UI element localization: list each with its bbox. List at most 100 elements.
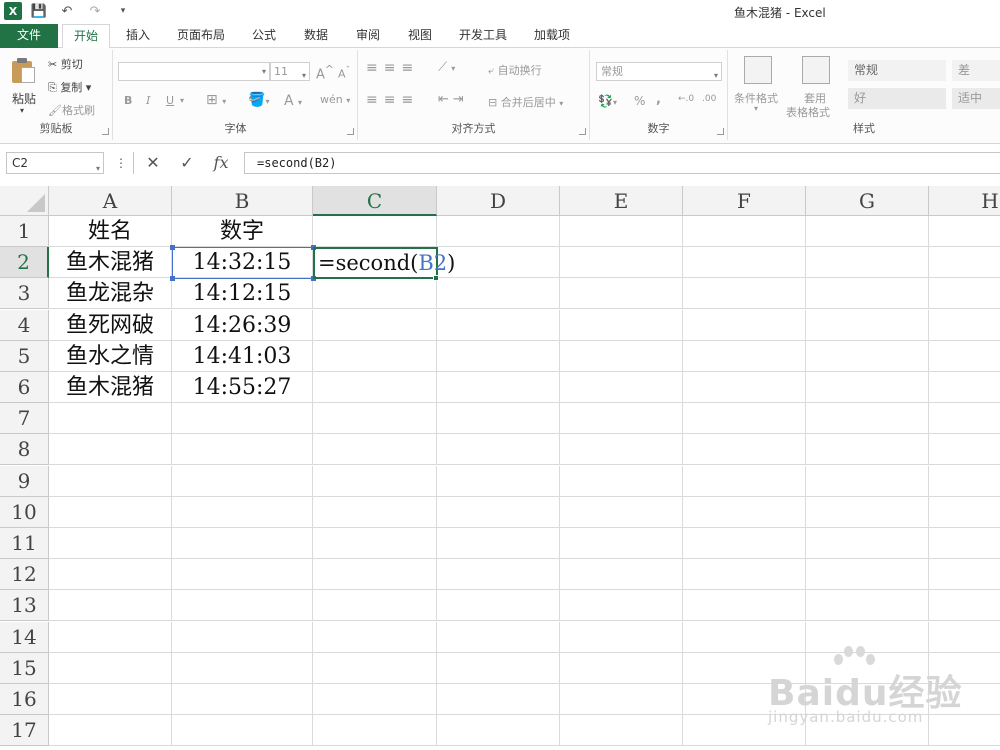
row-header-8[interactable]: 8: [0, 434, 49, 466]
cell-f1[interactable]: [683, 216, 806, 247]
cell-a4[interactable]: 鱼死网破: [49, 309, 172, 341]
underline-dropdown-icon[interactable]: ▾: [180, 96, 184, 105]
conditional-formatting-icon[interactable]: [744, 56, 772, 84]
font-color-icon[interactable]: A ▾: [284, 93, 302, 109]
cell-d15[interactable]: [437, 652, 560, 684]
cell-d16[interactable]: [437, 684, 560, 715]
undo-icon[interactable]: ↶: [56, 4, 78, 19]
cell-b17[interactable]: [172, 715, 313, 747]
row-header-10[interactable]: 10: [0, 496, 49, 528]
row-header-13[interactable]: 13: [0, 590, 49, 622]
format-painter-button[interactable]: 🖌格式刷: [48, 102, 95, 118]
cell-b11[interactable]: [172, 528, 313, 559]
cell-g13[interactable]: [806, 590, 929, 622]
column-header-g[interactable]: G: [806, 186, 929, 216]
cell-g8[interactable]: [806, 434, 929, 466]
tab-addins[interactable]: 加载项: [526, 24, 578, 48]
name-box[interactable]: C2 ▾: [6, 152, 104, 174]
tab-view[interactable]: 视图: [400, 24, 440, 48]
style-neutral[interactable]: 适中: [952, 88, 1000, 109]
cell-e6[interactable]: [560, 372, 683, 403]
tab-formulas[interactable]: 公式: [244, 24, 284, 48]
cell-f7[interactable]: [683, 403, 806, 435]
cell-a10[interactable]: [49, 496, 172, 528]
cell-g4[interactable]: [806, 309, 929, 341]
cell-d9[interactable]: [437, 465, 560, 497]
cell-c5[interactable]: [313, 340, 437, 372]
row-header-2[interactable]: 2: [0, 247, 49, 279]
cell-e3[interactable]: [560, 278, 683, 310]
cell-h7[interactable]: [929, 403, 1000, 435]
cell-c14[interactable]: [313, 621, 437, 653]
cell-d17[interactable]: [437, 715, 560, 747]
cell-g3[interactable]: [806, 278, 929, 310]
row-header-1[interactable]: 1: [0, 216, 49, 247]
cell-b5[interactable]: 14:41:03: [172, 340, 313, 372]
horizontal-align-icons[interactable]: ≡≡≡: [366, 92, 419, 108]
clipboard-launcher-icon[interactable]: [102, 128, 109, 135]
cell-h9[interactable]: [929, 466, 1000, 497]
cell-d5[interactable]: [437, 340, 560, 372]
cell-e12[interactable]: [560, 559, 683, 591]
row-header-9[interactable]: 9: [0, 465, 49, 497]
column-header-f[interactable]: F: [683, 186, 806, 216]
cell-f13[interactable]: [683, 590, 806, 622]
cell-a5[interactable]: 鱼水之情: [49, 340, 172, 372]
row-header-7[interactable]: 7: [0, 403, 49, 435]
column-header-b[interactable]: B: [172, 186, 313, 216]
cell-h12[interactable]: [929, 559, 1000, 591]
save-icon[interactable]: 💾: [28, 4, 50, 19]
cell-a12[interactable]: [49, 559, 172, 591]
tab-data[interactable]: 数据: [296, 24, 336, 48]
cell-d4[interactable]: [437, 309, 560, 341]
cell-b9[interactable]: [172, 465, 313, 497]
cell-h11[interactable]: [929, 528, 1000, 559]
orientation-icon[interactable]: ⟋ ▾: [438, 60, 455, 75]
percent-button[interactable]: %: [634, 94, 645, 108]
cell-f3[interactable]: [683, 278, 806, 310]
cell-a15[interactable]: [49, 652, 172, 684]
cell-a16[interactable]: [49, 684, 172, 715]
cancel-formula-icon[interactable]: ✕: [140, 152, 166, 174]
cell-a11[interactable]: [49, 528, 172, 559]
paste-icon[interactable]: [12, 58, 36, 84]
column-header-c[interactable]: C: [313, 186, 437, 216]
cell-b7[interactable]: [172, 403, 313, 435]
cell-f8[interactable]: [683, 434, 806, 466]
comma-button[interactable]: ,: [656, 92, 661, 107]
cell-a3[interactable]: 鱼龙混杂: [49, 278, 172, 310]
cell-e15[interactable]: [560, 652, 683, 684]
cell-g11[interactable]: [806, 528, 929, 559]
tab-review[interactable]: 审阅: [348, 24, 388, 48]
cell-f6[interactable]: [683, 372, 806, 403]
cell-d3[interactable]: [437, 278, 560, 310]
cell-e13[interactable]: [560, 590, 683, 622]
cell-h8[interactable]: [929, 434, 1000, 466]
paste-button[interactable]: 粘贴: [12, 90, 36, 107]
cell-g5[interactable]: [806, 340, 929, 372]
cell-f10[interactable]: [683, 496, 806, 528]
decrease-decimal-icon[interactable]: .00: [702, 94, 716, 104]
cell-d14[interactable]: [437, 621, 560, 653]
row-header-15[interactable]: 15: [0, 652, 49, 684]
merge-center-button[interactable]: ⊟ 合并后居中 ▾: [488, 94, 563, 110]
cell-b10[interactable]: [172, 496, 313, 528]
cell-c13[interactable]: [313, 590, 437, 622]
cell-d7[interactable]: [437, 403, 560, 435]
format-as-table-icon[interactable]: [802, 56, 830, 84]
cell-a13[interactable]: [49, 590, 172, 622]
cell-e10[interactable]: [560, 496, 683, 528]
cell-c1[interactable]: [313, 216, 437, 247]
font-size-select[interactable]: 11 ▾: [270, 62, 310, 81]
vertical-align-icons[interactable]: ≡≡≡: [366, 60, 419, 76]
cell-g2[interactable]: [806, 247, 929, 279]
number-launcher-icon[interactable]: [717, 128, 724, 135]
cell-f2[interactable]: [683, 247, 806, 279]
insert-function-icon[interactable]: fx: [208, 152, 234, 174]
cell-f4[interactable]: [683, 309, 806, 341]
fill-handle[interactable]: [433, 275, 439, 281]
formula-input[interactable]: =second(B2): [244, 152, 1000, 174]
cell-b16[interactable]: [172, 684, 313, 715]
cell-e5[interactable]: [560, 340, 683, 372]
style-bad[interactable]: 差: [952, 60, 1000, 81]
